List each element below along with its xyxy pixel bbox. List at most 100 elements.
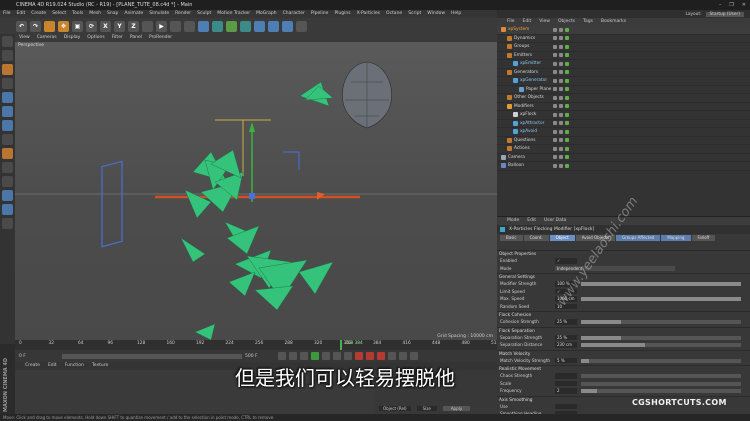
attribute-menu-edit[interactable]: Edit xyxy=(527,217,536,225)
object-row[interactable]: Dynamics xyxy=(497,35,750,43)
move-tool-icon[interactable]: ✥ xyxy=(58,20,69,32)
record-key-icon[interactable] xyxy=(355,352,363,360)
viewport-menu-prorender[interactable]: ProRender xyxy=(149,34,172,42)
value-slider-track[interactable] xyxy=(581,374,741,378)
object-name[interactable]: xpFlock xyxy=(520,112,536,117)
object-row[interactable]: Camera xyxy=(497,154,750,162)
object-name[interactable]: xpAttractor xyxy=(520,121,544,126)
object-visibility-flags[interactable] xyxy=(553,53,569,58)
scale-key-icon[interactable] xyxy=(410,352,418,360)
object-row[interactable]: Paper Plane xyxy=(497,86,750,94)
menu-item-script[interactable]: Script xyxy=(408,10,421,18)
go-to-start-icon[interactable] xyxy=(278,352,286,360)
object-visibility-flags[interactable] xyxy=(553,61,569,66)
object-name[interactable]: Actions xyxy=(514,146,530,151)
attribute-value-field[interactable]: ✓ xyxy=(555,258,577,264)
playhead[interactable] xyxy=(340,340,342,350)
menu-item-motion-tracker[interactable]: Motion Tracker xyxy=(217,10,250,18)
object-name[interactable]: xpAvoid xyxy=(520,129,537,134)
make-editable-icon[interactable] xyxy=(2,36,13,47)
object-visibility-flags[interactable] xyxy=(553,112,569,117)
menu-item-edit[interactable]: Edit xyxy=(17,10,26,18)
object-row[interactable]: Other Objects xyxy=(497,94,750,103)
redo-icon[interactable]: ↷ xyxy=(30,20,41,32)
next-frame-icon[interactable] xyxy=(322,352,330,360)
object-visibility-flags[interactable] xyxy=(553,27,569,32)
tab-coord[interactable]: Coord. xyxy=(523,235,549,241)
menu-item-select[interactable]: Select xyxy=(52,10,66,18)
object-menu-bookmarks[interactable]: Bookmarks xyxy=(601,18,626,26)
menu-item-file[interactable]: File xyxy=(3,10,11,18)
attribute-value-field[interactable]: 230 cm xyxy=(555,342,577,348)
object-menu-objects[interactable]: Objects xyxy=(558,18,575,26)
object-menu-edit[interactable]: Edit xyxy=(523,18,532,26)
tab-groups-affected[interactable]: Groups Affected xyxy=(616,235,661,241)
attribute-value-field[interactable]: 25 % xyxy=(555,319,577,325)
menu-item-mesh[interactable]: Mesh xyxy=(89,10,101,18)
workplane-icon[interactable] xyxy=(2,78,13,89)
object-menu-view[interactable]: View xyxy=(539,18,550,26)
attribute-value-field[interactable]: 5 % xyxy=(555,357,577,363)
edges-mode-icon[interactable] xyxy=(2,106,13,117)
object-name[interactable]: Modifiers xyxy=(514,104,534,109)
start-frame-field[interactable]: 0 F xyxy=(19,354,59,359)
timeline-ruler[interactable]: 0 32 64 96 128 160 192 224 256 288 320 352 384 416 448… xyxy=(15,340,499,350)
object-visibility-flags[interactable] xyxy=(553,44,569,49)
menu-item-sculpt[interactable]: Sculpt xyxy=(197,10,211,18)
cube-icon[interactable] xyxy=(198,20,209,32)
attribute-menu-user-data[interactable]: User Data xyxy=(544,217,566,225)
keyframe-selection-icon[interactable] xyxy=(377,352,385,360)
next-key-icon[interactable] xyxy=(333,352,341,360)
minimize-icon[interactable]: – xyxy=(719,0,722,10)
quantize-icon[interactable] xyxy=(2,190,13,201)
locked-workplane-icon[interactable] xyxy=(2,204,13,215)
undo-icon[interactable]: ↶ xyxy=(16,20,27,32)
menu-item-character[interactable]: Character xyxy=(283,10,305,18)
tab-falloff[interactable]: Falloff xyxy=(691,235,716,241)
attribute-value-field[interactable]: Independent xyxy=(555,265,675,271)
object-name[interactable]: xpEmitter xyxy=(520,61,541,66)
object-visibility-flags[interactable] xyxy=(553,36,569,41)
material-menu-function[interactable]: Function xyxy=(65,362,84,370)
object-visibility-flags[interactable] xyxy=(553,129,569,134)
menu-item-plugins[interactable]: Plugins xyxy=(334,10,350,18)
object-visibility-flags[interactable] xyxy=(553,95,569,100)
previous-frame-icon[interactable] xyxy=(300,352,308,360)
array-icon[interactable] xyxy=(240,20,251,32)
menu-item-tools[interactable]: Tools xyxy=(72,10,83,18)
object-visibility-flags[interactable] xyxy=(553,155,569,160)
polygons-mode-icon[interactable] xyxy=(2,120,13,131)
light-icon[interactable] xyxy=(296,20,307,32)
object-visibility-flags[interactable] xyxy=(553,163,569,168)
close-icon[interactable]: ✕ xyxy=(742,0,746,10)
object-visibility-flags[interactable] xyxy=(553,87,569,92)
object-name[interactable]: Emitters xyxy=(514,53,532,58)
camera-icon[interactable] xyxy=(282,20,293,32)
attribute-value-field[interactable] xyxy=(555,373,577,379)
live-select-icon[interactable] xyxy=(44,20,55,32)
material-menu-create[interactable]: Create xyxy=(25,362,40,370)
enable-axis-icon[interactable] xyxy=(2,134,13,145)
object-menu-tags[interactable]: Tags xyxy=(583,18,593,26)
object-visibility-flags[interactable] xyxy=(553,104,569,109)
render-picture-viewer-icon[interactable] xyxy=(170,20,181,32)
coord-mode-dropdown[interactable]: Object (Rel) xyxy=(379,406,411,411)
points-mode-icon[interactable] xyxy=(2,92,13,103)
position-key-icon[interactable] xyxy=(388,352,396,360)
coord-size-dropdown[interactable]: Size xyxy=(416,406,437,411)
object-visibility-flags[interactable] xyxy=(553,138,569,143)
end-frame-field[interactable]: 500 F xyxy=(245,354,275,359)
scale-tool-icon[interactable]: ▣ xyxy=(72,20,83,32)
menu-item-snap[interactable]: Snap xyxy=(107,10,118,18)
menu-item-render[interactable]: Render xyxy=(175,10,191,18)
object-name[interactable]: Balloon xyxy=(508,163,524,168)
snap-icon[interactable] xyxy=(2,176,13,187)
object-row[interactable]: xpAvoid xyxy=(497,128,750,137)
menu-item-pipeline[interactable]: Pipeline xyxy=(311,10,329,18)
menu-item-animate[interactable]: Animate xyxy=(124,10,143,18)
previous-key-icon[interactable] xyxy=(289,352,297,360)
play-icon[interactable] xyxy=(311,352,319,360)
material-menu-texture[interactable]: Texture xyxy=(92,362,108,370)
attribute-value-field[interactable] xyxy=(555,380,577,386)
object-name[interactable]: xpSystem xyxy=(508,27,529,32)
